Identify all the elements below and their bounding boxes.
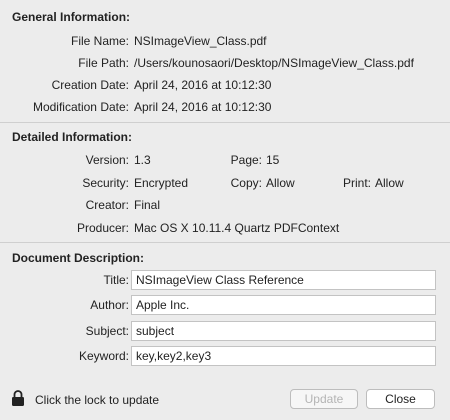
producer-value: Mac OS X 10.11.4 Quartz PDFContext (134, 221, 340, 235)
copy-value: Allow (266, 176, 295, 190)
file-name-value: NSImageView_Class.pdf (134, 34, 267, 48)
subject-label: Subject: (85, 324, 129, 338)
update-button[interactable]: Update (290, 389, 358, 409)
subject-field[interactable] (131, 321, 436, 341)
security-value: Encrypted (134, 176, 189, 190)
file-path-label: File Path: (78, 56, 129, 70)
producer-label: Producer: (76, 221, 129, 235)
page-value: 15 (266, 153, 280, 167)
separator (0, 242, 450, 243)
lock-icon[interactable] (11, 389, 25, 407)
version-label: Version: (85, 153, 129, 167)
keyword-label: Keyword: (78, 349, 129, 363)
file-name-label: File Name: (70, 34, 129, 48)
modification-date-value: April 24, 2016 at 10:12:30 (134, 100, 272, 114)
document-description-header: Document Description: (12, 251, 145, 265)
author-label: Author: (90, 298, 129, 312)
keyword-field[interactable] (131, 346, 436, 366)
general-info-header: General Information: (12, 10, 131, 24)
title-field[interactable] (131, 270, 436, 290)
page-label: Page: (230, 153, 262, 167)
security-label: Security: (82, 176, 129, 190)
creator-value: Final (134, 198, 161, 212)
print-label: Print: (342, 176, 371, 190)
separator (0, 122, 450, 123)
creation-date-value: April 24, 2016 at 10:12:30 (134, 78, 272, 92)
version-value: 1.3 (134, 153, 151, 167)
detailed-info-header: Detailed Information: (12, 130, 133, 144)
title-label: Title: (103, 273, 129, 287)
close-button[interactable]: Close (366, 389, 435, 409)
creation-date-label: Creation Date: (51, 78, 129, 92)
print-value: Allow (375, 176, 404, 190)
author-field[interactable] (131, 295, 436, 315)
modification-date-label: Modification Date: (32, 100, 129, 114)
creator-label: Creator: (85, 198, 129, 212)
file-path-value: /Users/kounosaori/Desktop/NSImageView_Cl… (134, 56, 414, 70)
lock-hint-text: Click the lock to update (35, 393, 160, 407)
copy-label: Copy: (230, 176, 262, 190)
